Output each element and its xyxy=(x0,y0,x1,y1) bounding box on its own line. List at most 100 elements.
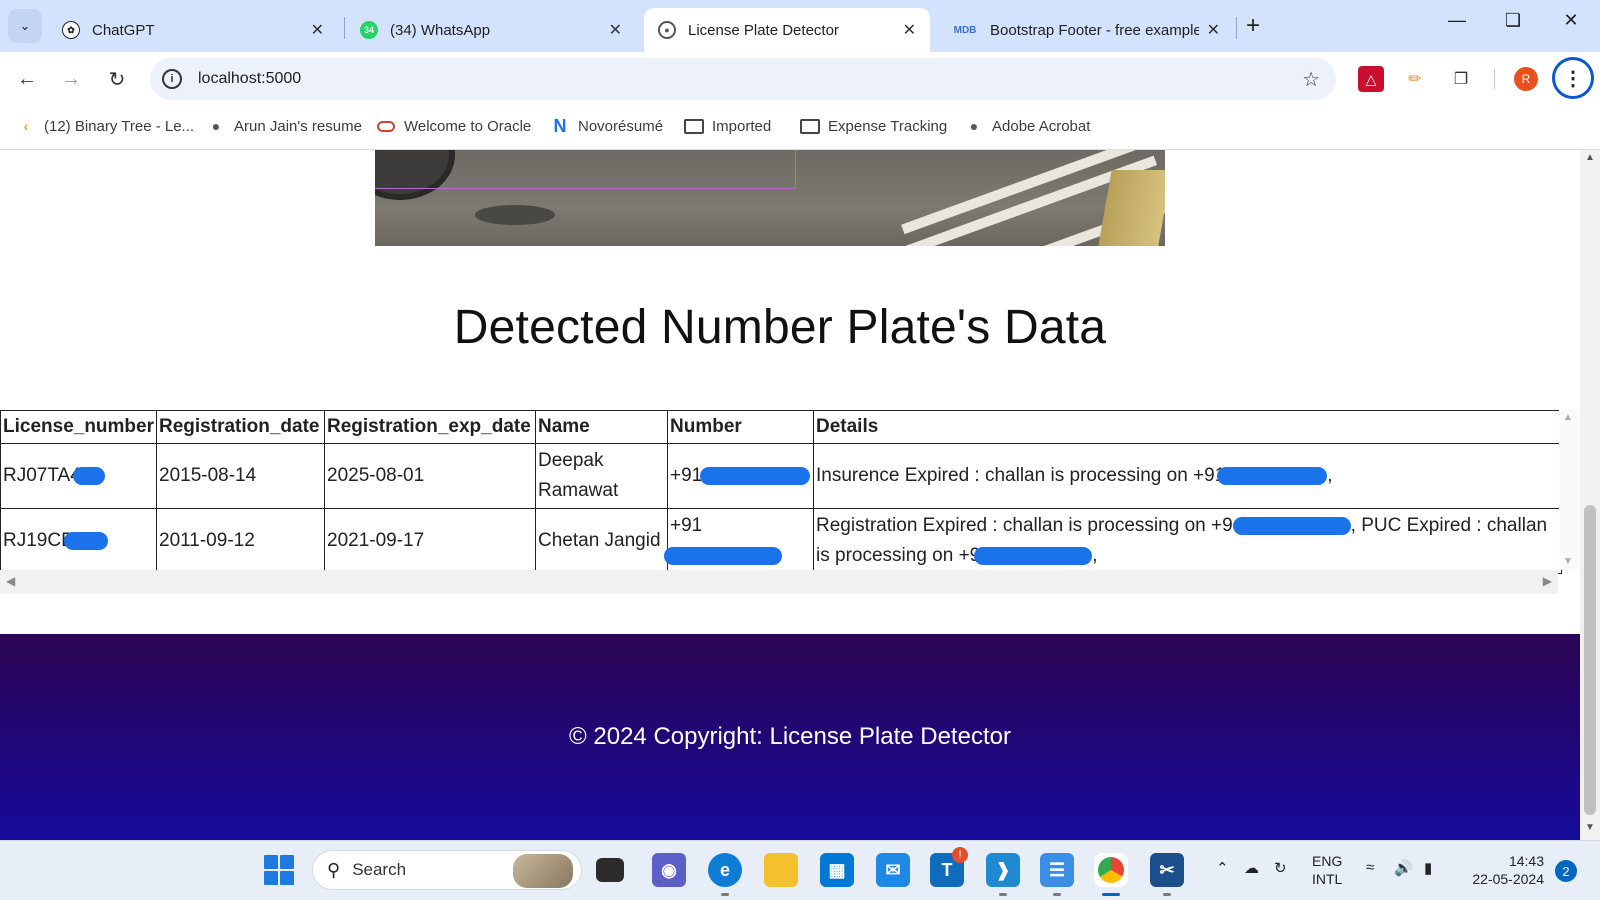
new-tab-button[interactable]: + xyxy=(1246,12,1260,40)
battery-icon[interactable]: ▮ xyxy=(1424,859,1432,877)
address-bar[interactable]: i localhost:5000 ☆ xyxy=(150,58,1336,100)
close-icon: ✕ xyxy=(1563,10,1579,30)
notepad-icon[interactable]: ☰ xyxy=(1040,853,1074,887)
name-cell: Chetan Jangid xyxy=(535,508,668,574)
reload-button[interactable]: ↻ xyxy=(102,64,132,94)
extensions-puzzle-icon[interactable]: ❐ xyxy=(1448,66,1474,92)
redaction-mark xyxy=(664,546,782,565)
scroll-right-icon[interactable]: ▶ xyxy=(1543,574,1552,588)
wifi-icon[interactable]: ≈ xyxy=(1366,859,1374,876)
bookmark-adobe-acrobat[interactable]: ● Adobe Acrobat xyxy=(964,116,1091,136)
close-icon[interactable]: ✕ xyxy=(1207,20,1220,40)
bookmark-novoresume[interactable]: N Novorésumé xyxy=(550,115,664,136)
name-cell: Deepak Ramawat xyxy=(535,443,668,509)
page-title: Detected Number Plate's Data xyxy=(453,301,1107,354)
close-icon[interactable]: ✕ xyxy=(311,20,324,40)
redaction-mark xyxy=(974,546,1093,565)
globe-icon: ● xyxy=(969,118,979,134)
color-picker-extension-icon[interactable]: ✏ xyxy=(1402,66,1428,92)
close-icon[interactable]: ✕ xyxy=(609,20,622,40)
forward-button[interactable]: → xyxy=(56,64,86,94)
url-text[interactable]: localhost:5000 xyxy=(198,70,301,88)
taskbar-search[interactable]: ⚲ Search xyxy=(312,850,582,890)
teams-chat-icon[interactable]: ◉ xyxy=(652,853,686,887)
vscode-icon[interactable]: ❱ xyxy=(986,853,1020,887)
volume-icon[interactable]: 🔊 xyxy=(1394,859,1413,877)
plate-data-table-container: License_number Registration_date Registr… xyxy=(0,410,1580,594)
tab-whatsapp[interactable]: 34 (34) WhatsApp ✕ xyxy=(346,8,636,52)
leetcode-icon: ‹ xyxy=(23,118,29,134)
start-button[interactable] xyxy=(264,855,294,885)
exp-date-cell: 2021-09-17 xyxy=(324,508,536,574)
whatsapp-icon: 34 xyxy=(360,21,378,39)
store-icon[interactable]: ▦ xyxy=(820,853,854,887)
mail-icon[interactable]: ✉ xyxy=(876,853,910,887)
tab-bootstrap-footer[interactable]: MDB Bootstrap Footer - free example ✕ xyxy=(938,8,1234,52)
search-highlight-image xyxy=(513,854,573,888)
license-cell: RJ07TA4 xyxy=(0,443,157,509)
task-view-icon[interactable] xyxy=(596,858,624,882)
column-header: Details xyxy=(813,410,1562,444)
globe-icon: ● xyxy=(658,21,676,39)
bookmark-label: Imported xyxy=(712,117,772,135)
sync-icon[interactable]: ↻ xyxy=(1274,859,1287,877)
profile-avatar[interactable]: R xyxy=(1514,67,1538,91)
language-indicator[interactable]: ENG INTL xyxy=(1312,852,1342,888)
chevron-down-icon: ⌄ xyxy=(19,18,31,33)
page-content: Detected Number Plate's Data License_num… xyxy=(0,150,1580,840)
back-button[interactable]: ← xyxy=(12,64,42,94)
browser-menu-button[interactable]: ⋮ xyxy=(1552,57,1594,99)
onedrive-icon[interactable]: ☁ xyxy=(1244,859,1259,877)
bookmark-label: Novorésumé xyxy=(578,117,664,135)
chevron-up-icon[interactable]: ⌃ xyxy=(1216,859,1229,877)
table-vertical-scrollbar[interactable]: ▲ ▼ xyxy=(1559,410,1579,570)
bookmark-label: Welcome to Oracle xyxy=(404,117,532,135)
number-cell: +91 xyxy=(664,508,814,574)
bookmark-label: Adobe Acrobat xyxy=(992,117,1091,135)
close-window-button[interactable]: ✕ xyxy=(1556,10,1586,31)
novoresume-icon: N xyxy=(553,115,567,136)
acrobat-extension-icon[interactable]: △ xyxy=(1358,66,1384,92)
search-icon: ⚲ xyxy=(327,859,341,880)
bookmark-label: (12) Binary Tree - Le... xyxy=(44,117,195,135)
arrow-right-icon: → xyxy=(61,67,81,90)
snipping-tool-icon[interactable]: ✂ xyxy=(1150,853,1184,887)
edge-icon[interactable]: e xyxy=(708,853,742,887)
reload-icon: ↻ xyxy=(108,68,126,91)
exp-date-cell: 2025-08-01 xyxy=(324,443,536,509)
bookmark-imported[interactable]: Imported xyxy=(684,116,771,136)
scroll-down-icon[interactable]: ▼ xyxy=(1585,822,1595,833)
bookmark-resume[interactable]: ● Arun Jain's resume xyxy=(206,116,362,136)
file-explorer-icon[interactable] xyxy=(764,853,798,887)
bookmark-binary-tree[interactable]: ‹ (12) Binary Tree - Le... xyxy=(16,116,194,136)
alert-badge-icon: ! xyxy=(952,847,968,863)
tab-license-plate-detector[interactable]: ● License Plate Detector ✕ xyxy=(644,8,930,52)
tab-search-button[interactable]: ⌄ xyxy=(8,9,42,43)
bookmark-expense-tracking[interactable]: Expense Tracking xyxy=(800,116,947,136)
minimize-button[interactable]: — xyxy=(1442,10,1472,31)
site-info-icon[interactable]: i xyxy=(162,69,182,89)
scroll-up-icon[interactable]: ▲ xyxy=(1585,152,1595,163)
page-vertical-scrollbar[interactable]: ▲ ▼ xyxy=(1580,150,1600,840)
chrome-icon[interactable] xyxy=(1094,853,1128,887)
table-horizontal-scrollbar[interactable]: ◀ ▶ xyxy=(0,570,1558,594)
globe-icon: ● xyxy=(211,118,221,134)
redaction-mark xyxy=(72,466,105,485)
reg-date-cell: 2011-09-12 xyxy=(156,508,325,574)
search-placeholder: Search xyxy=(352,860,407,879)
restore-button[interactable]: ❏ xyxy=(1498,10,1528,31)
kebab-menu-icon: ⋮ xyxy=(1563,67,1583,90)
license-cell: RJ19CE xyxy=(0,508,157,574)
bookmark-star-icon[interactable]: ☆ xyxy=(1302,67,1320,92)
plate-data-table: License_number Registration_date Registr… xyxy=(0,410,1562,574)
notification-badge[interactable]: 2 xyxy=(1555,860,1577,882)
system-clock[interactable]: 14:43 22-05-2024 xyxy=(1462,852,1544,888)
bookmark-oracle[interactable]: Welcome to Oracle xyxy=(376,116,531,136)
redaction-mark xyxy=(63,531,108,550)
tab-chatgpt[interactable]: ✿ ChatGPT ✕ xyxy=(48,8,338,52)
close-icon[interactable]: ✕ xyxy=(903,20,916,40)
scroll-left-icon[interactable]: ◀ xyxy=(6,574,15,588)
bookmark-label: Arun Jain's resume xyxy=(234,117,362,135)
plus-icon: + xyxy=(1246,12,1261,39)
scrollbar-thumb[interactable] xyxy=(1584,505,1596,815)
